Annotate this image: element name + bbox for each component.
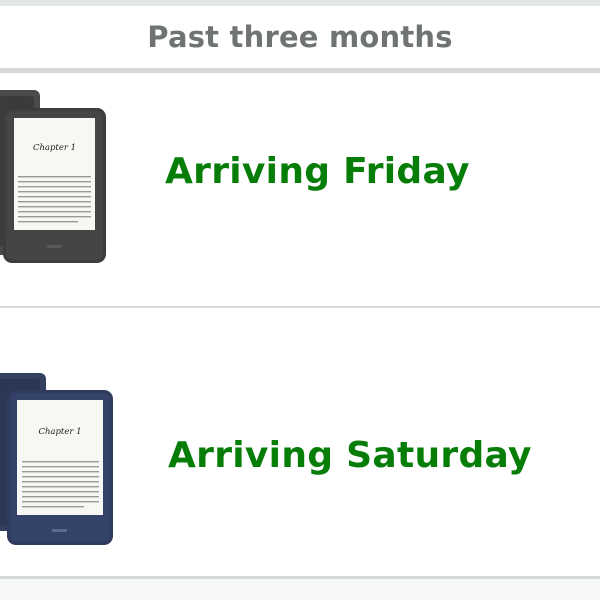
section-header: Past three months bbox=[0, 6, 600, 68]
delivery-status: Arriving Friday bbox=[165, 151, 470, 192]
kindle-ereader-black-icon: Chapter 1 bbox=[0, 88, 110, 263]
screen-heading: Chapter 1 bbox=[38, 427, 81, 437]
delivery-status: Arriving Saturday bbox=[168, 435, 532, 476]
orders-page: Past three months Chapter 1 Arriving Fri… bbox=[0, 0, 600, 600]
section-title: Past three months bbox=[147, 20, 453, 54]
bottom-strip bbox=[0, 579, 600, 600]
order-card[interactable]: Chapter 1 Arriving Saturday bbox=[0, 308, 600, 576]
kindle-ereader-denim-icon: Chapter 1 bbox=[0, 373, 118, 545]
screen-heading: Chapter 1 bbox=[33, 143, 76, 153]
order-card[interactable]: Chapter 1 Arriving Friday bbox=[0, 73, 600, 306]
